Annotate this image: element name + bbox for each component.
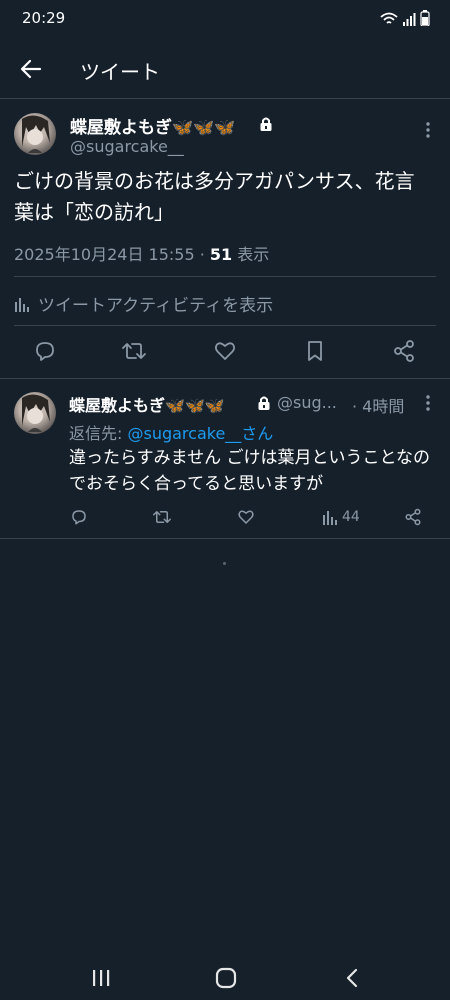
share-icon [394,340,414,362]
share-button[interactable] [390,337,418,365]
reply-divider [0,538,450,539]
author-display-name: 蝶屋敷よもぎ [70,118,172,138]
status-bar: 20:29 [0,0,450,36]
loading-indicator [223,562,226,565]
bar-chart-icon [15,297,29,312]
heart-icon [214,342,236,360]
butterfly-emojis: 🦋🦋🦋 [172,118,236,138]
reply-author-name[interactable]: 蝶屋敷よもぎ🦋🦋🦋 [69,392,225,416]
reply-avatar[interactable] [14,392,56,434]
reply-view-count: 44 [342,509,360,525]
status-time: 20:29 [22,9,66,27]
tweet-text: ごけの背景のお花は多分アガパンサス、花言葉は「恋の訪れ」 [14,169,415,224]
page-title: ツイート [80,60,160,84]
home-button[interactable] [211,963,241,993]
author-handle[interactable]: @sugarcake__ [70,137,184,156]
reply-to-prefix: 返信先: [69,424,128,443]
avatar-art [22,115,50,153]
lock-icon [260,117,272,131]
system-nav-bar [0,955,450,1000]
recent-apps-icon [93,970,110,986]
activity-divider [14,325,436,326]
battery-icon [420,10,430,26]
avatar[interactable] [14,113,56,155]
wifi-icon [380,12,398,24]
activity-label: ツイートアクティビティを表示 [38,296,274,316]
chevron-left-icon [346,968,358,988]
bookmark-button[interactable] [301,337,329,365]
reply-avatar-art [22,394,50,432]
bar-chart-icon [323,511,337,525]
reply-retweet-button[interactable] [152,507,172,527]
share-icon [405,508,421,526]
reply-share-button[interactable] [404,507,422,527]
header-divider [0,98,450,99]
retweet-icon [153,511,171,523]
view-count[interactable]: 51 [210,245,232,264]
system-back-button[interactable] [337,963,367,993]
view-label: 表示 [232,245,270,264]
reply-reply-button[interactable] [70,507,88,527]
more-vertical-icon [426,122,430,138]
tweet-date: 2025年10月24日 15:55 · [14,245,210,264]
meta-divider [14,276,436,277]
reply-lock-icon [258,396,270,410]
arrow-left-icon [20,59,42,79]
reply-icon [36,342,54,361]
signal-icon [403,13,416,26]
reply-timestamp: · 4時間 [352,397,405,416]
header: ツイート [0,40,450,98]
reply-to-mention[interactable]: @sugarcake__さん [127,424,273,443]
reply-author-handle[interactable]: @sug... [277,393,337,412]
reply-more-options-button[interactable] [418,392,438,414]
status-icons [380,10,430,26]
replying-to: 返信先: @sugarcake__さん [69,420,273,444]
heart-icon [238,510,254,524]
reply-text: 違ったらすみません ごけは葉月ということなのでおそらく合ってると思いますが [69,448,431,494]
like-button[interactable] [211,337,239,365]
reply-like-button[interactable] [237,507,255,527]
author-name[interactable]: 蝶屋敷よもぎ🦋🦋🦋 [70,113,236,138]
recent-apps-button[interactable] [86,963,116,993]
reply-views-button[interactable]: 44 [322,507,360,527]
more-options-button[interactable] [418,119,438,141]
reply-more-vertical-icon [426,395,430,411]
bookmark-icon [308,341,322,361]
back-button[interactable] [18,56,44,82]
reply-icon [72,510,86,525]
retweet-icon [122,343,146,359]
tweet-meta: 2025年10月24日 15:55 · 51 表示 [14,241,269,265]
reply-butterfly-emojis: 🦋🦋🦋 [165,396,225,415]
tweet-activity-link[interactable]: ツイートアクティビティを表示 [14,291,273,316]
tweet-divider [0,378,450,379]
reply-button[interactable] [31,337,59,365]
home-icon [215,967,237,989]
reply-display-name: 蝶屋敷よもぎ [69,396,166,415]
retweet-button[interactable] [120,337,148,365]
